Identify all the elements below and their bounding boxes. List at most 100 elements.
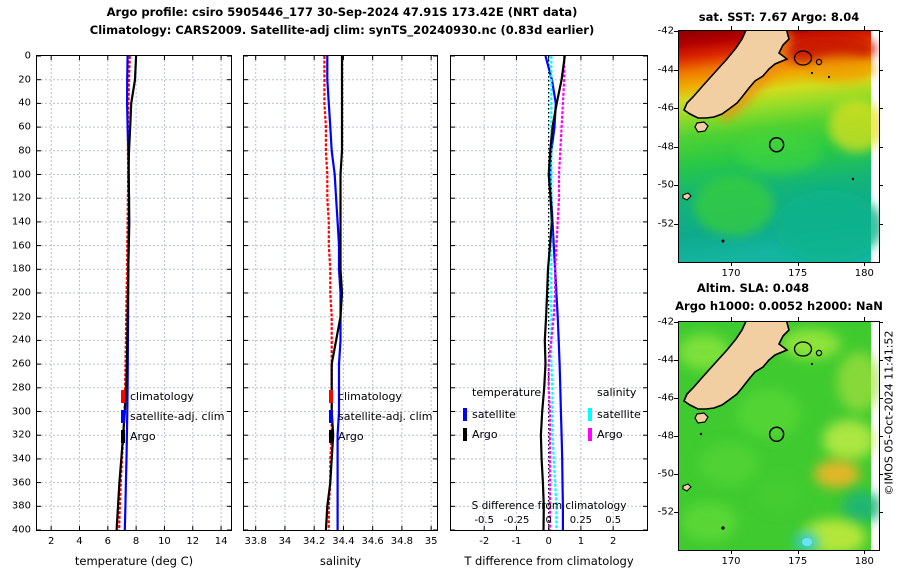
legend-label: satellite [472,407,516,421]
map-lat-tick-label: -48 [657,430,674,442]
map-tick-mark [731,26,732,30]
legend-label: satellite [597,407,641,421]
figure-title-line1: Argo profile: csiro 5905446_177 30-Sep-2… [106,5,578,19]
legend-item: Argo [121,426,224,446]
salinity-profile-panel: 33.8 34 34.2 34.4 34.6 34.8 35 salinity climatol… [243,55,438,568]
depth-tick-label: 140 [11,216,31,228]
map-tick-mark [797,317,799,321]
map-tick-mark [864,262,866,266]
legend-label: satellite-adj. clim [130,409,225,423]
legend-group: temperature satellite Argo [463,386,541,444]
secondary-tick-label: 0 [545,515,552,526]
sla-cold-spot-core [802,538,812,546]
depth-tick-label: 120 [11,192,31,204]
map-tick-mark [797,26,799,30]
legend-group-title: temperature [472,386,542,399]
temperature-plot-canvas [37,56,231,530]
map-lat-tick-label: -44 [657,64,674,75]
map-lon-tick-label: 170 [721,556,741,567]
sst-teal-patch [774,191,879,261]
legend-label: Argo [597,427,623,441]
sst-map-canvas [679,31,879,262]
x-tick-label: 34.6 [361,536,384,547]
map-tick-mark [674,69,678,71]
map-tick-mark [879,146,883,148]
legend-swatch [588,407,592,421]
difference-axis-label: T difference from climatology [464,554,634,568]
legend-swatch [121,389,125,403]
difference-plot-canvas [451,56,647,530]
imos-watermark: ©IMOS 05-Oct-2024 11:41:52 [882,330,896,496]
map-lon-tick-label: 170 [721,268,741,279]
map-lat-tick-label: -52 [657,506,674,518]
map-tick-mark [674,398,678,399]
x-tick-label: 12 [186,536,200,547]
contour-dot [810,71,814,75]
map-tick-mark [674,436,678,437]
map-tick-mark [879,108,883,109]
depth-tick-label: 100 [11,169,31,180]
map-tick-mark [864,317,866,321]
map-tick-mark [864,26,866,30]
depth-tick-label: 200 [11,287,31,299]
x-tick-label: 2 [47,536,55,547]
legend-item: satellite-adj. clim [121,406,224,426]
map-tick-mark [879,185,883,186]
sst-map: 170 175 180 -42 -44 -46 -48 -50 -52 [658,26,883,279]
map-tick-mark [879,512,883,513]
depth-tick-label: 360 [11,477,31,489]
contour-dot [810,362,814,366]
map-tick-mark [674,223,678,225]
depth-tick-label: 80 [18,145,31,157]
x-tick-label: -1 [511,536,522,547]
legend-label: Argo [130,429,156,443]
argo-profile-figure: Argo profile: csiro 5905446_177 30-Sep-2… [0,0,900,580]
x-tick-label: 4 [76,536,83,547]
legend-label: climatology [130,389,194,403]
map-tick-mark [879,223,883,225]
legend-item: Argo [463,424,541,444]
legend-swatch [121,429,125,443]
sla-map-title-line2: Argo h1000: 0.0052 h2000: NaN [675,299,883,313]
x-tick-label: 33.8 [244,536,267,547]
map-lat-tick-label: -42 [657,25,674,37]
small-island-dot [721,526,725,530]
map-tick-mark [731,317,732,321]
map-tick-mark [731,262,732,266]
depth-tick-label: 40 [18,97,31,109]
secondary-tick-label: 0.5 [605,515,622,526]
legend-item: climatology [121,386,224,406]
legend-swatch [463,427,467,441]
legend-swatch [329,409,333,423]
x-tick-label: 34 [278,536,292,547]
map-tick-mark [879,31,883,32]
map-lon-tick-label: 180 [854,268,874,279]
depth-tick-label: 380 [11,500,31,512]
x-tick-label: 34.2 [303,536,326,547]
secondary-axis-label: S difference from climatology [471,500,627,512]
sla-map: 170 175 180 -42 -44 -46 -48 -50 -52 [658,317,883,567]
depth-tick-label: 0 [24,50,31,62]
x-tick-label: 1 [577,536,585,547]
map-tick-mark [797,550,799,554]
map-lat-tick-label: -50 [657,179,674,191]
map-tick-mark [674,474,678,475]
legend-swatch [121,409,125,423]
legend-group: salinity satellite Argo [588,386,641,444]
legend-item: satellite [588,404,641,424]
x-tick-label: 35 [424,536,438,547]
x-tick-label: 8 [132,536,140,547]
depth-tick-label: 260 [11,358,31,370]
map-tick-mark [674,185,678,186]
small-island-dot [699,432,703,436]
difference-profile-panel: -2 -1 0 1 2 T difference from climatology S di… [450,55,648,568]
x-tick-label: 6 [104,536,111,547]
map-lat-tick-label: -44 [657,354,674,366]
map-tick-mark [731,550,732,554]
legend-item: climatology [329,386,432,406]
depth-tick-label: 280 [11,382,31,394]
depth-tick-label: 20 [18,74,31,86]
map-tick-mark [879,322,883,323]
secondary-tick-label: 0.25 [569,515,593,526]
legend-label: Argo [338,429,364,443]
